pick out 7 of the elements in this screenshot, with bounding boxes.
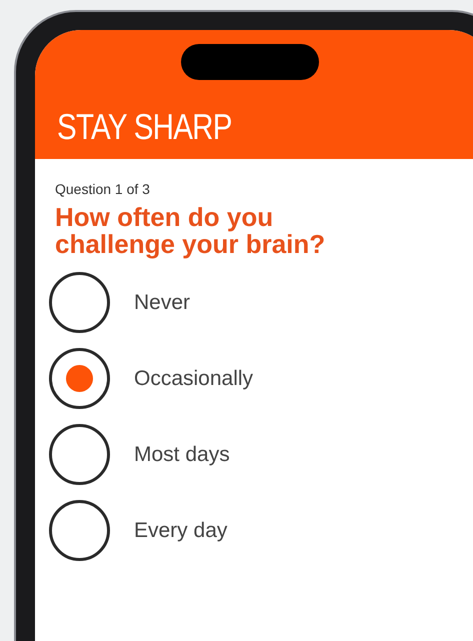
question-counter: Question 1 of 3: [55, 180, 151, 199]
question-heading: How often do you challenge your brain?: [55, 204, 326, 258]
option-label[interactable]: Occasionally: [134, 362, 254, 394]
app-title: STAY SHARP: [57, 109, 232, 145]
option-label[interactable]: Never: [134, 286, 190, 318]
option-label[interactable]: Most days: [134, 438, 230, 470]
option-label[interactable]: Every day: [134, 514, 228, 546]
